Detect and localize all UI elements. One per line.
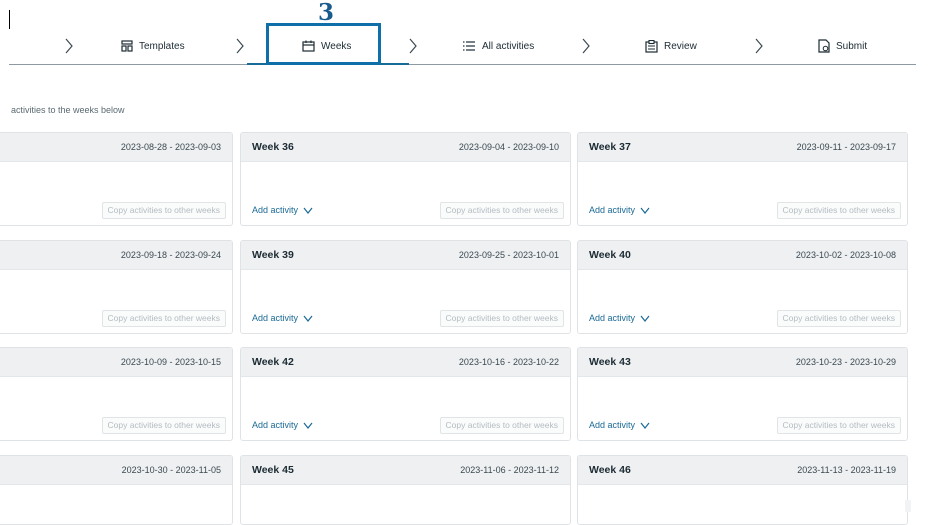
- week-date-range: 2023-10-09 - 2023-10-15: [120, 357, 221, 367]
- week-card-header: Week 39 2023-09-25 - 2023-10-01: [241, 241, 570, 270]
- week-title: Week 36: [252, 141, 294, 153]
- week-card-header: 2023-10-09 - 2023-10-15: [0, 348, 232, 377]
- week-card-header: 2023-10-30 - 2023-11-05: [0, 456, 232, 485]
- week-date-range: 2023-10-02 - 2023-10-08: [795, 250, 896, 260]
- add-activity-label: Add activity: [252, 420, 299, 430]
- week-card-header: Week 45 2023-11-06 - 2023-11-12: [241, 456, 570, 485]
- week-title: Week 40: [589, 249, 631, 261]
- week-card-header: Week 40 2023-10-02 - 2023-10-08: [578, 241, 907, 270]
- copy-activities-button[interactable]: Copy activities to other weeks: [776, 202, 901, 219]
- step-submit[interactable]: Submit: [818, 36, 867, 56]
- chevron-right-icon: [582, 38, 590, 54]
- submit-icon: [818, 39, 830, 53]
- add-activity-label: Add activity: [252, 205, 299, 215]
- week-card-header: 2023-08-28 - 2023-09-03: [0, 133, 232, 162]
- review-icon: [645, 39, 658, 53]
- week-card-header: 2023-09-18 - 2023-09-24: [0, 241, 232, 270]
- add-activity-button[interactable]: Add activity: [252, 420, 313, 430]
- week-card: Week 36 2023-09-04 - 2023-09-10 Add activi…: [240, 132, 571, 226]
- week-card: Week 42 2023-10-16 - 2023-10-22 Add activi…: [240, 347, 571, 441]
- copy-activities-button[interactable]: Copy activities to other weeks: [439, 417, 564, 434]
- text-cursor: [9, 10, 10, 29]
- add-activity-button[interactable]: Add activity: [589, 420, 650, 430]
- week-card: Week 39 2023-09-25 - 2023-10-01 Add activi…: [240, 240, 571, 334]
- week-title: Week 37: [589, 141, 631, 153]
- stepper-nav: Templates Weeks All activities Review Su…: [9, 28, 916, 65]
- add-activity-label: Add activity: [589, 205, 636, 215]
- week-title: Week 46: [589, 464, 631, 476]
- week-card-header: Week 42 2023-10-16 - 2023-10-22: [241, 348, 570, 377]
- week-card: 2023-09-18 - 2023-09-24 Copy activities t…: [0, 240, 233, 334]
- week-date-range: 2023-11-13 - 2023-11-19: [797, 465, 896, 475]
- step-review[interactable]: Review: [645, 36, 697, 56]
- instructions-text: activities to the weeks below: [11, 105, 125, 115]
- templates-icon: [121, 40, 133, 52]
- chevron-down-icon: [640, 315, 650, 322]
- chevron-down-icon: [303, 315, 313, 322]
- week-date-range: 2023-10-23 - 2023-10-29: [795, 357, 896, 367]
- week-title: Week 42: [252, 356, 294, 368]
- copy-activities-button[interactable]: Copy activities to other weeks: [101, 417, 226, 434]
- chevron-down-icon: [640, 422, 650, 429]
- week-date-range: 2023-09-18 - 2023-09-24: [120, 250, 221, 260]
- chevron-right-icon: [65, 38, 73, 54]
- week-date-range: 2023-08-28 - 2023-09-03: [120, 142, 221, 152]
- add-activity-label: Add activity: [252, 313, 299, 323]
- add-activity-button[interactable]: Add activity: [252, 313, 313, 323]
- week-card-header: Week 43 2023-10-23 - 2023-10-29: [578, 348, 907, 377]
- current-step-highlight: [266, 23, 381, 65]
- list-icon: [463, 41, 475, 51]
- step-label: All activities: [482, 40, 535, 52]
- week-card-header: Week 36 2023-09-04 - 2023-09-10: [241, 133, 570, 162]
- add-activity-label: Add activity: [589, 420, 636, 430]
- week-title: Week 39: [252, 249, 294, 261]
- add-activity-label: Add activity: [589, 313, 636, 323]
- chevron-down-icon: [640, 207, 650, 214]
- copy-activities-button[interactable]: Copy activities to other weeks: [776, 417, 901, 434]
- copy-activities-button[interactable]: Copy activities to other weeks: [101, 310, 226, 327]
- week-card-header: Week 46 2023-11-13 - 2023-11-19: [578, 456, 907, 485]
- chevron-down-icon: [303, 422, 313, 429]
- copy-activities-button[interactable]: Copy activities to other weeks: [776, 310, 901, 327]
- week-date-range: 2023-10-16 - 2023-10-22: [458, 357, 559, 367]
- week-date-range: 2023-10-30 - 2023-11-05: [121, 465, 221, 475]
- week-card: 2023-10-09 - 2023-10-15 Copy activities t…: [0, 347, 233, 441]
- add-activity-button[interactable]: Add activity: [252, 205, 313, 215]
- chevron-right-icon: [236, 38, 244, 54]
- step-templates[interactable]: Templates: [121, 36, 185, 56]
- copy-activities-button[interactable]: Copy activities to other weeks: [439, 310, 564, 327]
- chevron-right-icon: [755, 38, 763, 54]
- add-activity-button[interactable]: Add activity: [589, 313, 650, 323]
- step-label: Submit: [836, 40, 868, 52]
- week-date-range: 2023-09-11 - 2023-09-17: [796, 142, 896, 152]
- copy-activities-button[interactable]: Copy activities to other weeks: [439, 202, 564, 219]
- chevron-right-icon: [409, 38, 417, 54]
- scrollbar[interactable]: [905, 500, 911, 512]
- step-label: Templates: [139, 40, 185, 52]
- week-card: Week 43 2023-10-23 - 2023-10-29 Add activi…: [577, 347, 908, 441]
- add-activity-button[interactable]: Add activity: [589, 205, 650, 215]
- week-card: Week 37 2023-09-11 - 2023-09-17 Add activi…: [577, 132, 908, 226]
- week-date-range: 2023-09-25 - 2023-10-01: [458, 250, 559, 260]
- week-card: 2023-08-28 - 2023-09-03 Copy activities t…: [0, 132, 233, 226]
- copy-activities-button[interactable]: Copy activities to other weeks: [101, 202, 226, 219]
- week-title: Week 45: [252, 464, 294, 476]
- week-date-range: 2023-11-06 - 2023-11-12: [460, 465, 559, 475]
- step-all-activities[interactable]: All activities: [462, 36, 534, 56]
- week-card: Week 40 2023-10-02 - 2023-10-08 Add activi…: [577, 240, 908, 334]
- chevron-down-icon: [303, 207, 313, 214]
- week-title: Week 43: [589, 356, 631, 368]
- step-label: Review: [664, 40, 697, 52]
- week-card-header: Week 37 2023-09-11 - 2023-09-17: [578, 133, 907, 162]
- week-date-range: 2023-09-04 - 2023-09-10: [458, 142, 559, 152]
